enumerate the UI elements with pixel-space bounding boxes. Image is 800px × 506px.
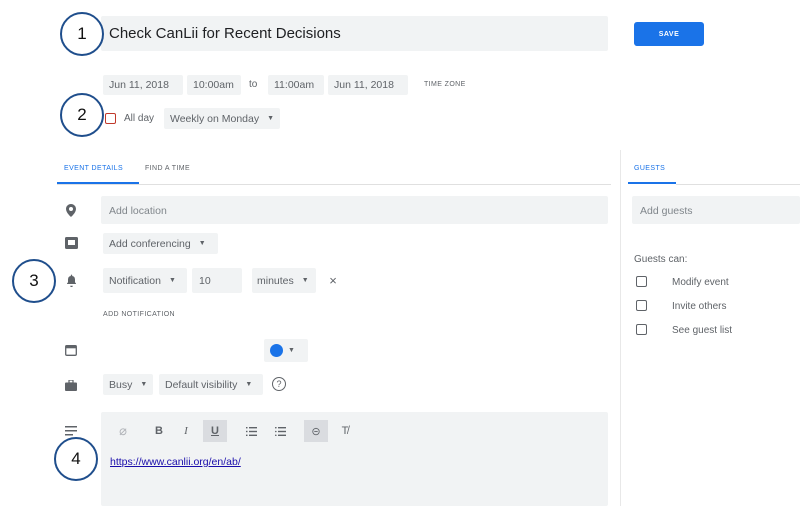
event-title-field[interactable]: Check CanLii for Recent Decisions xyxy=(101,16,608,51)
start-time-field[interactable]: 10:00am xyxy=(187,75,241,95)
start-time-label: 10:00am xyxy=(193,79,234,91)
annotation-marker-1: 1 xyxy=(60,12,104,56)
save-button-label: SAVE xyxy=(658,30,680,38)
conferencing-label: Add conferencing xyxy=(109,237,191,250)
conferencing-icon xyxy=(64,236,78,250)
description-editor[interactable]: ⌀ B I U ⊝ T̸ https://www.canlii.org/en/a… xyxy=(101,412,608,506)
link-icon[interactable]: ⊝ xyxy=(304,420,328,442)
invite-others-checkbox[interactable] xyxy=(636,300,647,311)
see-guest-list-label: See guest list xyxy=(672,325,733,336)
guests-tabs-divider xyxy=(676,184,800,185)
visibility-select[interactable]: Default visibility ▼ xyxy=(159,374,263,395)
availability-select[interactable]: Busy ▼ xyxy=(103,374,153,395)
timezone-link[interactable]: TIME ZONE xyxy=(424,81,466,88)
all-day-checkbox[interactable] xyxy=(105,113,116,124)
start-date-field[interactable]: Jun 11, 2018 xyxy=(103,75,183,95)
end-time-label: 11:00am xyxy=(274,79,315,91)
bold-button[interactable]: B xyxy=(151,420,167,442)
tab-guests[interactable]: GUESTS xyxy=(634,165,665,172)
calendar-color-dot xyxy=(270,344,283,357)
recurrence-select[interactable]: Weekly on Monday ▼ xyxy=(164,108,280,129)
briefcase-icon xyxy=(64,378,78,392)
description-icon xyxy=(64,424,78,438)
annotation-marker-2: 2 xyxy=(60,93,104,137)
availability-label: Busy xyxy=(109,378,133,391)
description-link[interactable]: https://www.canlii.org/en/ab/ xyxy=(110,456,241,468)
notification-unit-select[interactable]: minutes ▼ xyxy=(252,268,316,293)
chevron-down-icon: ▼ xyxy=(168,277,176,284)
tab-event-details[interactable]: EVENT DETAILS xyxy=(64,165,123,172)
numbered-list-icon[interactable] xyxy=(242,420,260,442)
event-title-input[interactable]: Check CanLii for Recent Decisions xyxy=(109,25,341,42)
add-guests-field[interactable]: Add guests xyxy=(632,196,800,224)
italic-button[interactable]: I xyxy=(178,420,194,442)
notification-type-label: Notification xyxy=(109,274,161,287)
recurrence-label: Weekly on Monday xyxy=(170,112,260,125)
all-day-label: All day xyxy=(124,113,155,124)
chevron-down-icon: ▼ xyxy=(267,115,275,122)
end-date-label: Jun 11, 2018 xyxy=(334,79,394,91)
start-date-label: Jun 11, 2018 xyxy=(109,79,169,91)
tab-guests-underline xyxy=(628,182,676,184)
chevron-down-icon: ▼ xyxy=(140,381,148,388)
chevron-down-icon: ▼ xyxy=(245,381,253,388)
see-guest-list-checkbox[interactable] xyxy=(636,324,647,335)
tabs-divider xyxy=(57,184,611,185)
bulleted-list-icon[interactable] xyxy=(271,420,289,442)
close-icon[interactable]: × xyxy=(326,273,340,288)
guests-can-label: Guests can: xyxy=(634,254,688,265)
chevron-down-icon: ▼ xyxy=(288,347,295,354)
modify-event-label: Modify event xyxy=(672,277,729,288)
chevron-down-icon: ▼ xyxy=(301,277,309,284)
annotation-marker-3: 3 xyxy=(12,259,56,303)
column-divider xyxy=(620,150,621,506)
save-button[interactable]: SAVE xyxy=(634,22,704,46)
add-notification-link[interactable]: ADD NOTIFICATION xyxy=(103,311,175,318)
clear-formatting-icon[interactable]: T̸ xyxy=(337,420,353,442)
location-pin-icon xyxy=(64,202,78,218)
attachment-icon[interactable]: ⌀ xyxy=(115,420,131,442)
location-field[interactable]: Add location xyxy=(101,196,608,224)
visibility-label: Default visibility xyxy=(165,378,238,391)
calendar-icon xyxy=(64,343,78,357)
bell-icon xyxy=(64,272,78,288)
add-guests-input[interactable]: Add guests xyxy=(640,205,693,217)
notification-value-input[interactable]: 10 xyxy=(192,268,242,293)
chevron-down-icon: ▼ xyxy=(198,240,206,247)
notification-value-label: 10 xyxy=(199,274,211,287)
end-time-field[interactable]: 11:00am xyxy=(268,75,324,95)
conferencing-select[interactable]: Add conferencing ▼ xyxy=(103,233,218,254)
end-date-field[interactable]: Jun 11, 2018 xyxy=(328,75,408,95)
modify-event-checkbox[interactable] xyxy=(636,276,647,287)
to-label: to xyxy=(249,79,258,90)
notification-unit-label: minutes xyxy=(257,274,294,287)
invite-others-label: Invite others xyxy=(672,301,727,312)
tab-find-a-time[interactable]: FIND A TIME xyxy=(145,165,190,172)
location-input[interactable]: Add location xyxy=(109,205,167,217)
annotation-marker-4: 4 xyxy=(54,437,98,481)
underline-button[interactable]: U xyxy=(203,420,227,442)
notification-type-select[interactable]: Notification ▼ xyxy=(103,268,187,293)
calendar-color-select[interactable]: ▼ xyxy=(264,339,308,362)
help-icon[interactable]: ? xyxy=(272,377,286,391)
